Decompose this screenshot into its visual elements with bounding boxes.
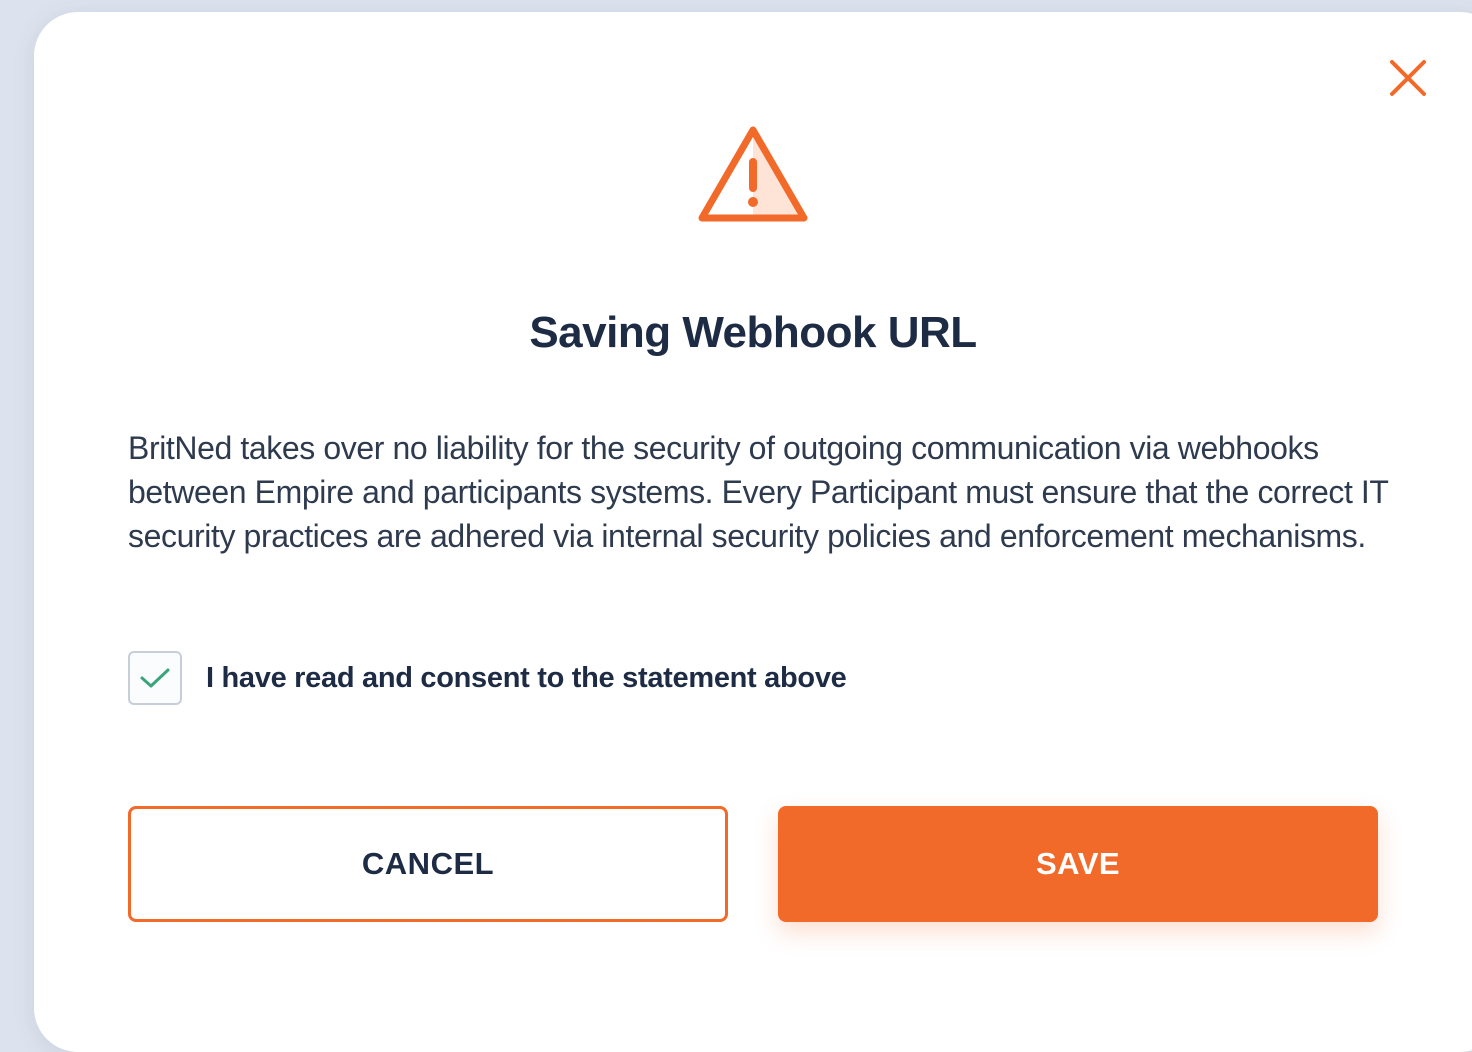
liability-statement: BritNed takes over no liability for the … bbox=[128, 430, 1388, 554]
warning-triangle-icon bbox=[694, 122, 812, 228]
dialog-title: Saving Webhook URL bbox=[529, 308, 977, 357]
close-icon bbox=[1390, 60, 1426, 96]
consent-checkbox[interactable] bbox=[128, 651, 182, 705]
cancel-button[interactable]: CANCEL bbox=[128, 806, 728, 922]
save-button[interactable]: SAVE bbox=[778, 806, 1378, 922]
close-button[interactable] bbox=[1386, 56, 1430, 100]
consent-checkbox-row[interactable]: I have read and consent to the statement… bbox=[128, 648, 847, 708]
checkmark-icon bbox=[140, 668, 170, 688]
consent-label: I have read and consent to the statement… bbox=[206, 661, 847, 694]
webhook-save-dialog: Saving Webhook URL BritNed takes over no… bbox=[34, 12, 1472, 1052]
